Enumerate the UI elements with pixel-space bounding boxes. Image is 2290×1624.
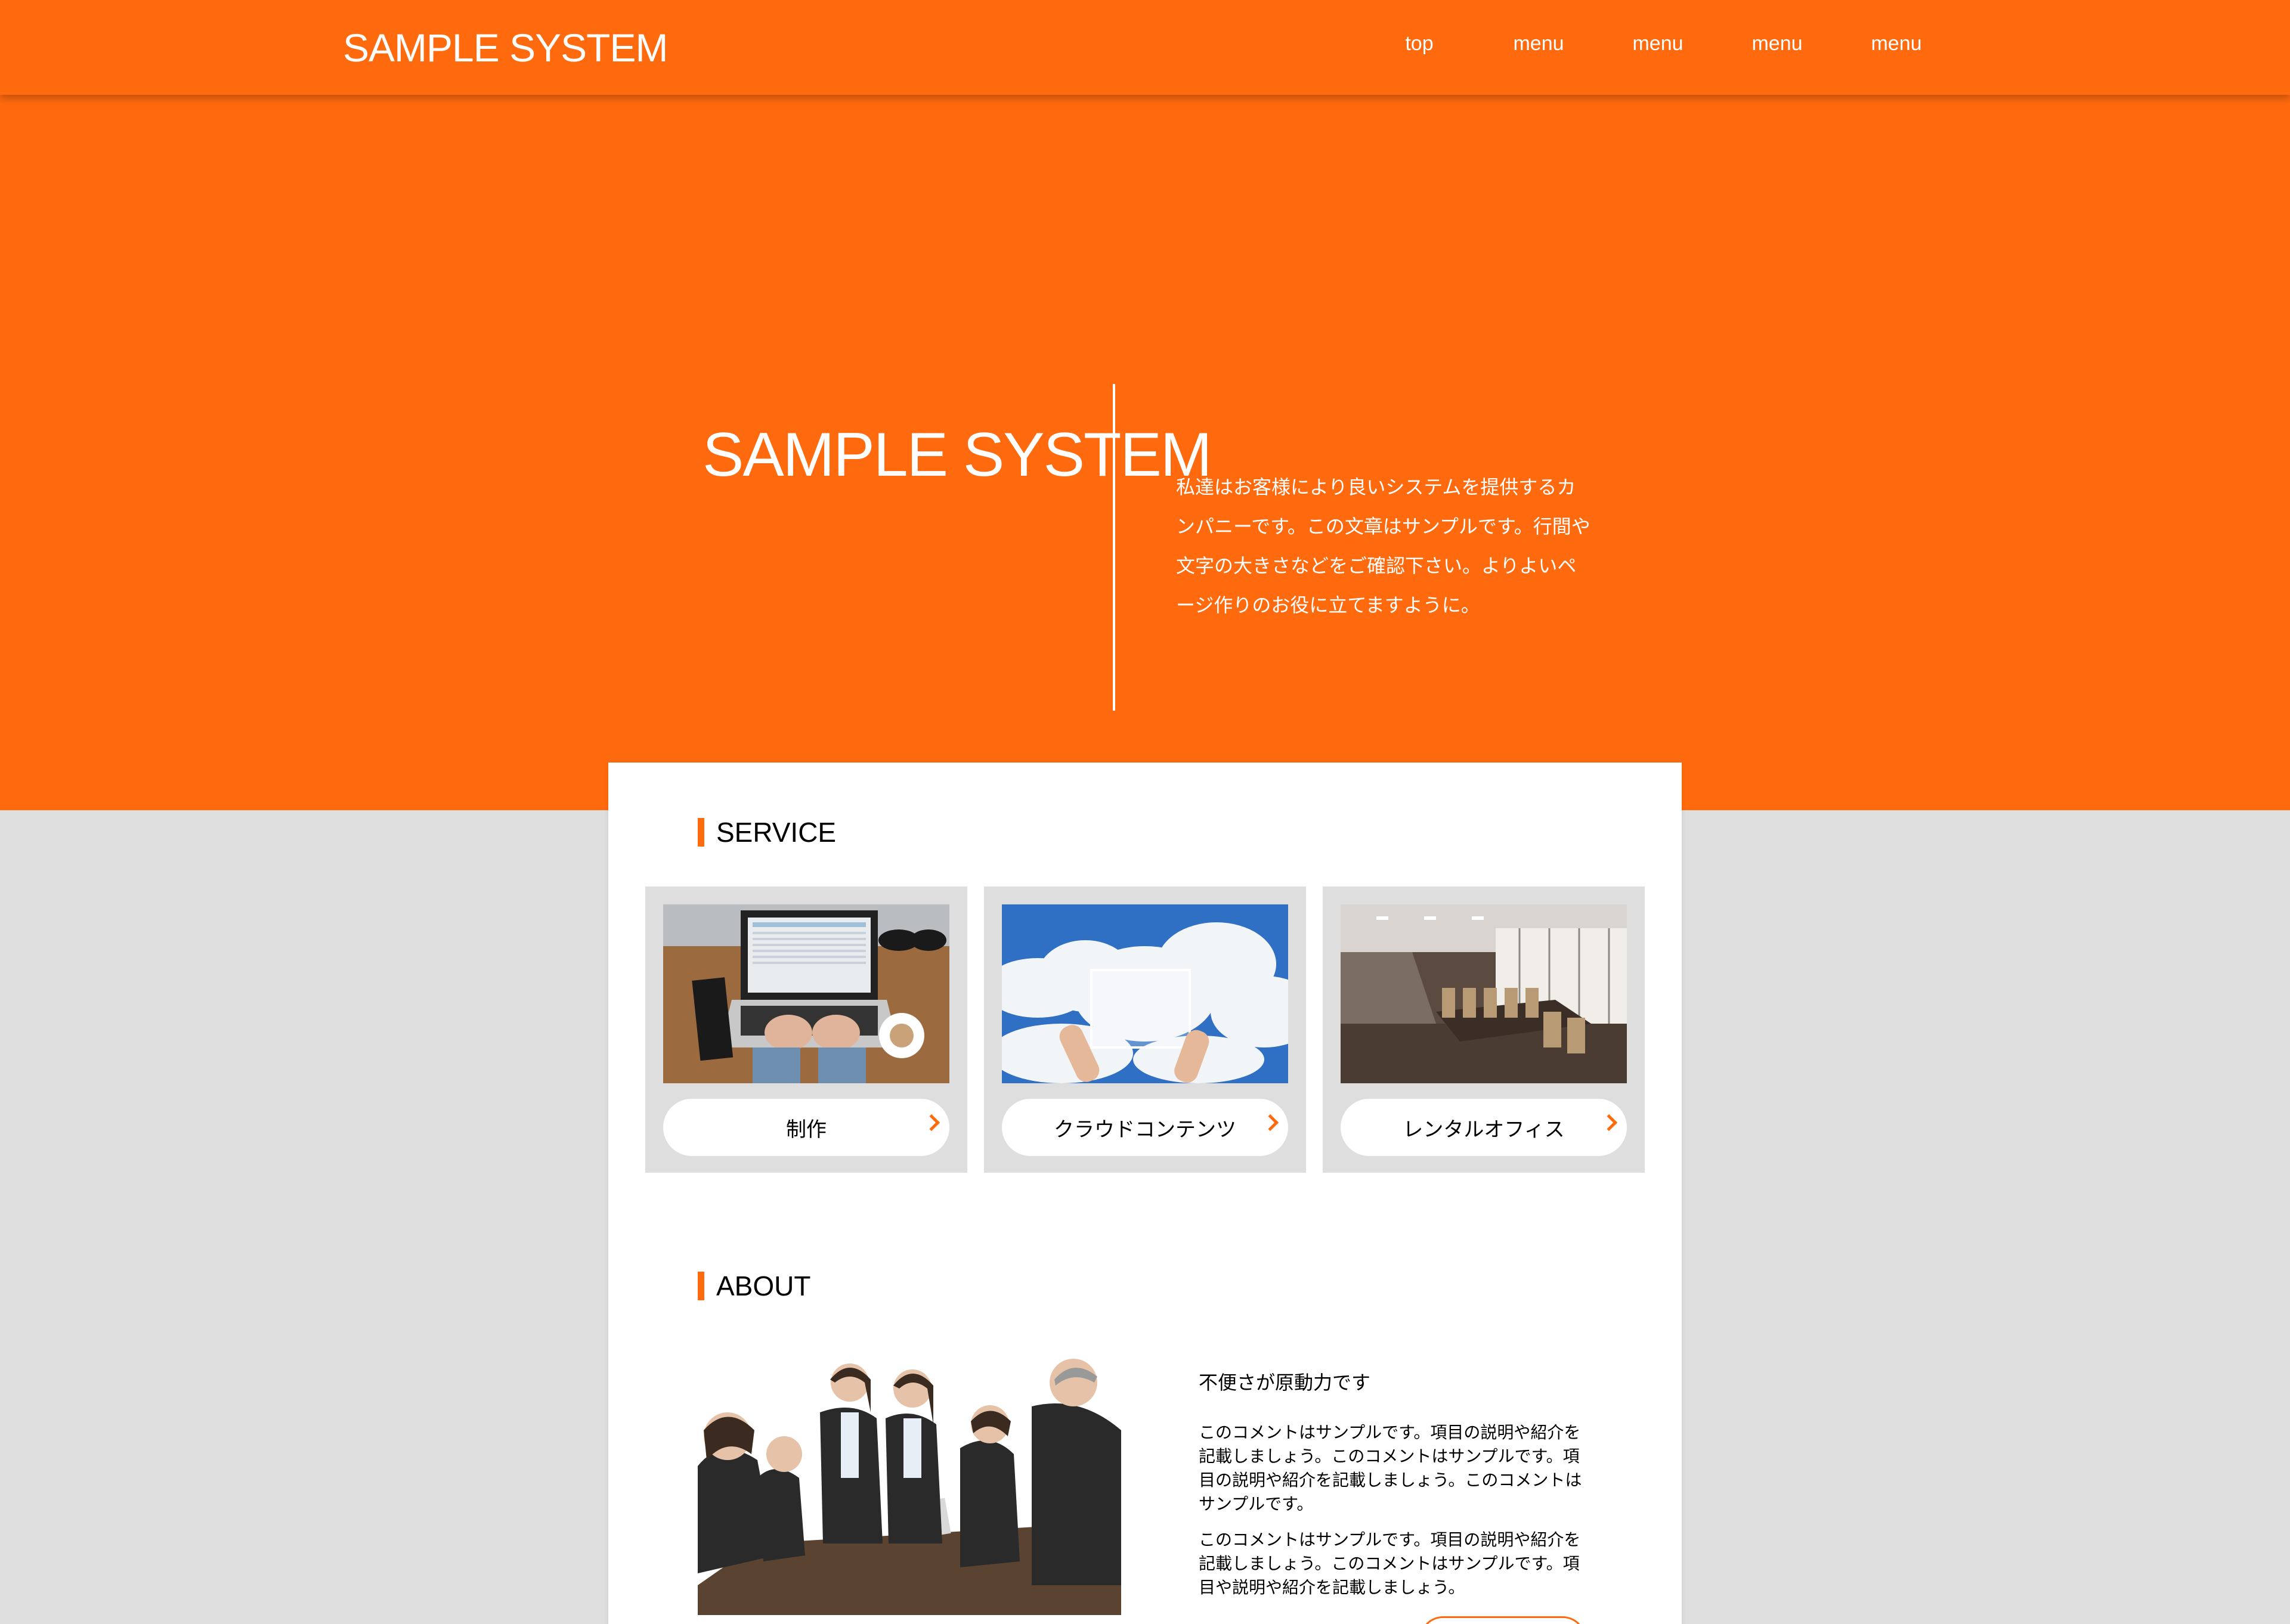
about-heading: 不便さが原動力です: [1199, 1372, 1371, 1393]
service-title-text: SERVICE: [716, 817, 837, 848]
hero-description: 私達はお客様により良いシステムを提供するカンパニーです。この文章はサンプルです。…: [1176, 476, 1590, 616]
about-title-text: ABOUT: [716, 1270, 811, 1301]
nav-item-menu-4[interactable]: menu: [1837, 32, 1956, 55]
nav-item-menu-1[interactable]: menu: [1479, 32, 1598, 55]
service-card-rental-office[interactable]: レンタルオフィス: [1323, 887, 1645, 1173]
hero-section: SAMPLE SYSTEM 私達はお客様により良いシステムを提供するカンパニーで…: [0, 95, 2290, 810]
about-paragraph-1: このコメントはサンプルです。項目の説明や紹介を記載しましょう。このコメントはサン…: [1199, 1423, 1582, 1513]
site-header: SAMPLE SYSTEM top menu menu menu menu: [0, 0, 2290, 95]
about-paragraph-2: このコメントはサンプルです。項目の説明や紹介を記載しましょう。このコメントはサン…: [1199, 1530, 1581, 1597]
chevron-right-icon: [923, 1114, 940, 1132]
conference-room-image: [1341, 904, 1627, 1083]
title-accent-bar: [698, 1272, 704, 1300]
main-nav: top menu menu menu menu: [1360, 32, 1956, 55]
title-accent-bar: [698, 818, 704, 847]
service-button-rental-office[interactable]: レンタルオフィス: [1341, 1099, 1627, 1156]
service-button-cloud[interactable]: クラウドコンテンツ: [1002, 1099, 1288, 1156]
hero-divider: [1113, 384, 1115, 711]
about-section-title: ABOUT: [698, 1270, 810, 1302]
content-card: SERVICE 制作 クラウドコンテンツ レンタルオフィス ABOUT 不便さが…: [608, 763, 1682, 1624]
nav-item-top[interactable]: top: [1360, 32, 1479, 55]
service-card-production[interactable]: 制作: [645, 887, 967, 1173]
service-list: 制作 クラウドコンテンツ レンタルオフィス: [645, 887, 1645, 1173]
laptop-desk-image: [663, 904, 949, 1083]
service-label: クラウドコンテンツ: [1054, 1118, 1236, 1141]
service-section-title: SERVICE: [698, 816, 836, 848]
hero-title: SAMPLE SYSTEM: [703, 420, 1212, 489]
cloud-sky-image: [1002, 904, 1288, 1083]
service-button-production[interactable]: 制作: [663, 1099, 949, 1156]
service-label: レンタルオフィス: [1403, 1118, 1565, 1141]
chevron-right-icon: [1261, 1114, 1279, 1132]
about-more-button[interactable]: [1419, 1616, 1586, 1624]
business-team-photo: [698, 1347, 1121, 1615]
chevron-right-icon: [1600, 1114, 1618, 1132]
nav-item-menu-3[interactable]: menu: [1718, 32, 1837, 55]
site-logo[interactable]: SAMPLE SYSTEM: [343, 25, 668, 70]
service-label: 制作: [786, 1118, 827, 1141]
nav-item-menu-2[interactable]: menu: [1598, 32, 1718, 55]
service-card-cloud[interactable]: クラウドコンテンツ: [984, 887, 1306, 1173]
